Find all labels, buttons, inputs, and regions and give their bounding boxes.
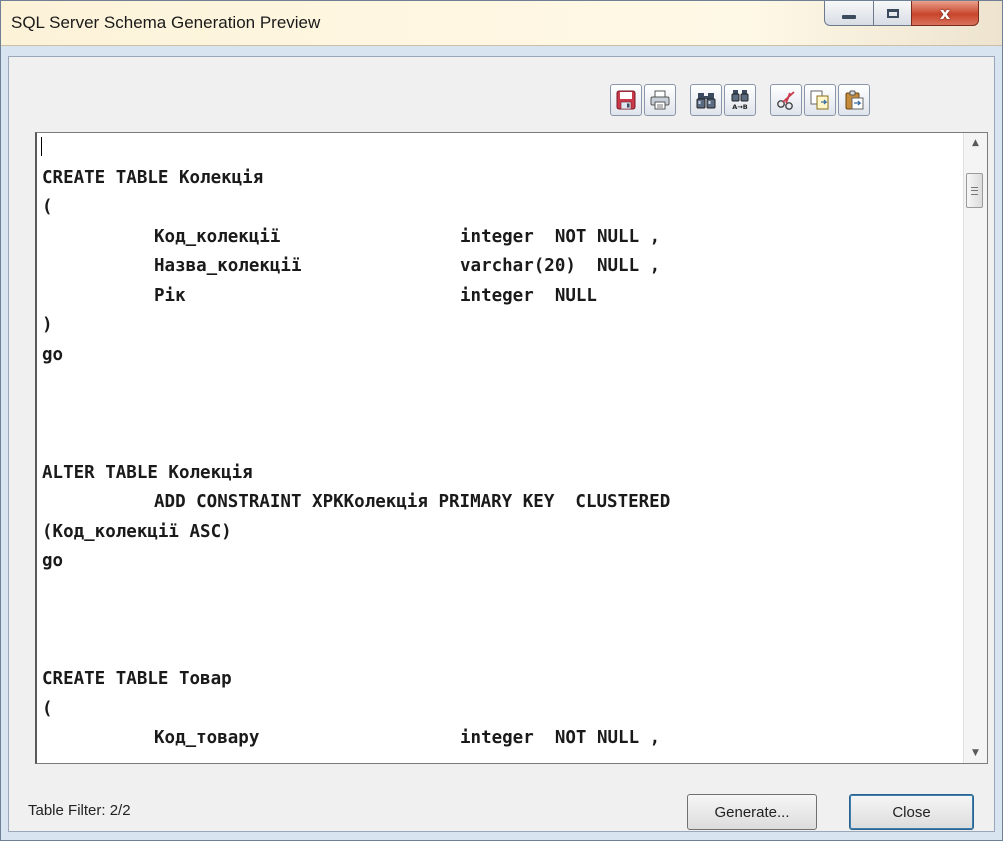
code-token: Код_товару <box>154 728 260 748</box>
find-button[interactable] <box>690 84 722 116</box>
maximize-button[interactable] <box>873 1 912 26</box>
table-filter-status: Table Filter: 2/2 <box>28 802 131 819</box>
code-line: ADD CONSTRAINT XPKКолекція PRIMARY KEY C… <box>42 488 957 518</box>
minimize-button[interactable] <box>824 1 874 26</box>
grip-icon <box>971 186 978 195</box>
code-token: Назва_колекції <box>154 256 302 276</box>
print-icon <box>650 90 670 110</box>
scroll-down-arrow-icon[interactable]: ▼ <box>964 743 987 763</box>
code-token: ADD CONSTRAINT XPKКолекція PRIMARY KEY C… <box>154 492 671 512</box>
code-token: go <box>42 344 64 365</box>
code-token: ) <box>42 315 53 335</box>
dialog-body: A→B CREATE TABLE Колекція (Код_колекції… <box>8 56 995 832</box>
print-button[interactable] <box>644 84 676 116</box>
binoculars-icon <box>696 93 716 109</box>
code-line: Рік integer NULL <box>42 282 957 312</box>
generate-button[interactable]: Generate... <box>687 794 817 830</box>
code-line: go <box>42 341 957 371</box>
minimize-icon <box>842 15 856 19</box>
copy-button[interactable] <box>804 84 836 116</box>
code-line: CREATE TABLE Колекція <box>42 164 957 194</box>
code-token: go <box>42 551 64 571</box>
code-token: Рік <box>154 285 186 306</box>
maximize-icon <box>886 8 899 18</box>
find-replace-icon: A→B <box>731 90 749 111</box>
code-line: ( <box>42 695 957 725</box>
code-line: ) <box>42 311 957 341</box>
edit-button[interactable] <box>770 84 802 116</box>
code-line: ( <box>42 193 957 223</box>
close-icon: x <box>939 3 951 23</box>
code-token: integer NOT NULL , <box>460 728 661 748</box>
vertical-scrollbar[interactable]: ▲ ▼ <box>963 133 987 763</box>
code-line: go <box>42 547 957 577</box>
scrollbar-thumb[interactable] <box>966 173 983 208</box>
code-token: (Код_колекції ASC) <box>42 521 232 542</box>
paste-icon <box>845 90 864 110</box>
save-button[interactable] <box>610 84 642 116</box>
close-window-button[interactable]: x <box>911 1 979 26</box>
code-line: Код_товару integer NOT NULL , <box>42 724 957 754</box>
edit-icon <box>777 91 795 110</box>
close-button[interactable]: Close <box>849 794 974 830</box>
scroll-up-arrow-icon[interactable]: ▲ <box>964 133 987 153</box>
code-line: ALTER TABLE Колекція <box>42 459 957 489</box>
find-replace-button[interactable]: A→B <box>724 84 756 116</box>
paste-button[interactable] <box>838 84 870 116</box>
title-bar[interactable]: SQL Server Schema Generation Preview x <box>1 1 1002 46</box>
code-line: (Код_колекції ASC) <box>42 518 957 548</box>
code-token: ( <box>42 197 53 217</box>
sql-code: CREATE TABLE Колекція(Код_колекції intege… <box>42 134 957 754</box>
sql-preview-editor[interactable]: CREATE TABLE Колекція(Код_колекції intege… <box>35 132 988 764</box>
code-token: CREATE TABLE Товар <box>42 669 232 689</box>
save-icon <box>616 90 636 110</box>
schema-preview-window: SQL Server Schema Generation Preview x A… <box>0 0 1003 841</box>
code-token: ( <box>42 698 53 719</box>
code-token: integer NULL <box>460 285 597 306</box>
caption-buttons: x <box>824 1 979 28</box>
code-line: Код_колекції integer NOT NULL , <box>42 223 957 253</box>
code-token: varchar(20) NULL , <box>460 256 661 276</box>
code-token: ALTER TABLE Колекція <box>42 462 253 483</box>
code-token: CREATE TABLE Колекція <box>42 167 264 188</box>
copy-icon <box>810 90 829 110</box>
code-token: Код_колекції <box>154 226 281 247</box>
code-line: Назва_колекції varchar(20) NULL , <box>42 252 957 282</box>
svg-text:A→B: A→B <box>732 103 747 111</box>
code-token: integer NOT NULL , <box>460 226 661 247</box>
window-title: SQL Server Schema Generation Preview <box>11 13 321 32</box>
code-line: CREATE TABLE Товар <box>42 665 957 695</box>
